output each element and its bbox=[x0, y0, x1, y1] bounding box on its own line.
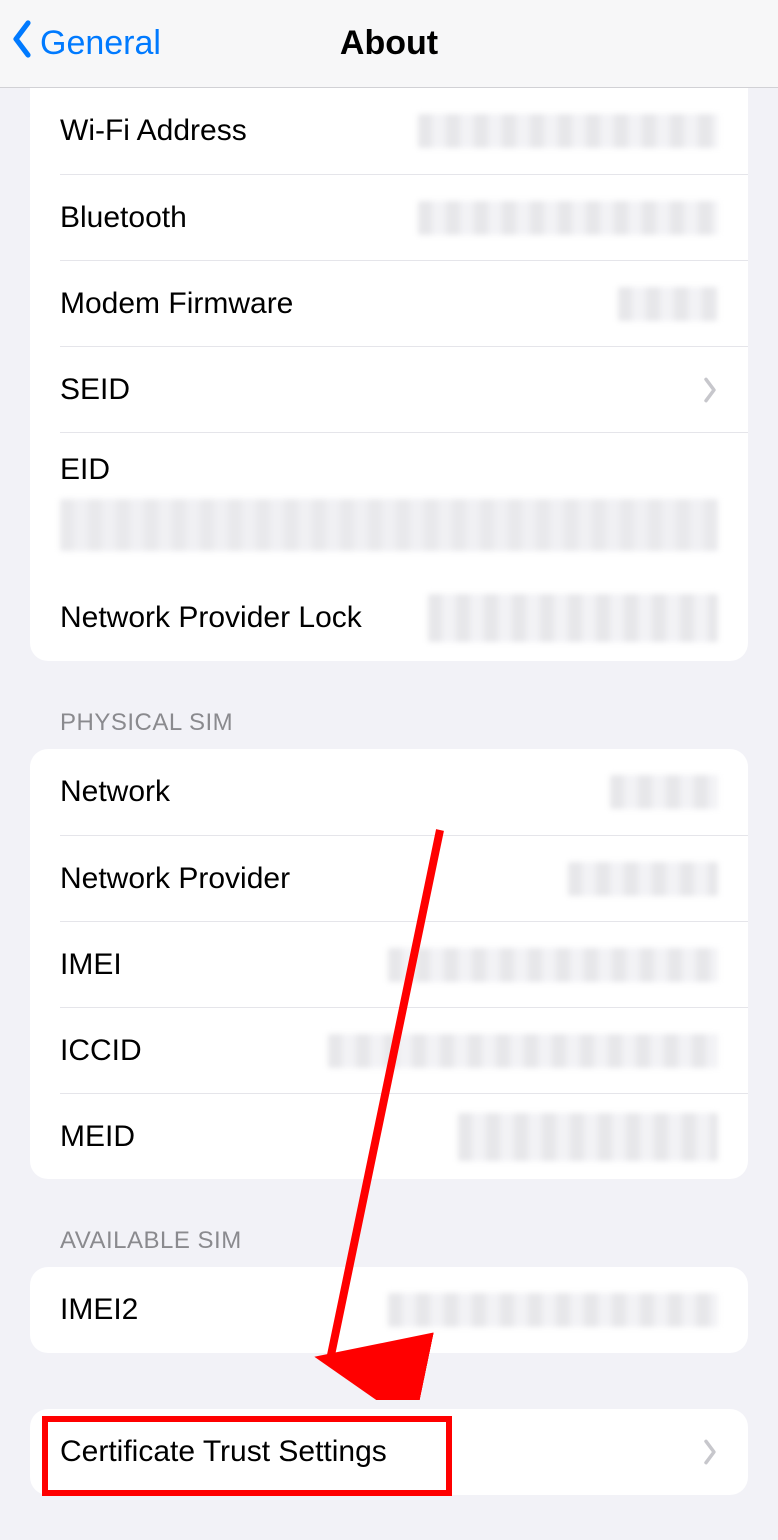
row-meid[interactable]: MEID bbox=[60, 1093, 748, 1179]
row-label: Bluetooth bbox=[60, 201, 187, 235]
row-modem-firmware[interactable]: Modem Firmware bbox=[60, 260, 748, 346]
available-sim-group: IMEI2 bbox=[30, 1267, 748, 1353]
redacted-value bbox=[458, 1113, 718, 1161]
row-network-provider-lock[interactable]: Network Provider Lock bbox=[30, 575, 748, 661]
row-network-provider[interactable]: Network Provider bbox=[60, 835, 748, 921]
redacted-value bbox=[388, 1293, 718, 1327]
row-label: IMEI2 bbox=[60, 1293, 138, 1327]
section-header-available-sim: AVAILABLE SIM bbox=[60, 1227, 718, 1255]
physical-sim-group: Network Network Provider IMEI ICCID MEID bbox=[30, 749, 748, 1179]
row-label: SEID bbox=[60, 373, 130, 407]
redacted-value bbox=[388, 948, 718, 982]
row-label: Network Provider bbox=[60, 862, 290, 896]
chevron-right-icon bbox=[702, 1438, 718, 1466]
redacted-value bbox=[418, 201, 718, 235]
redacted-value bbox=[328, 1034, 718, 1068]
redacted-value bbox=[428, 594, 718, 642]
row-label: MEID bbox=[60, 1120, 135, 1154]
redacted-value bbox=[610, 775, 718, 809]
row-label: Certificate Trust Settings bbox=[60, 1435, 387, 1469]
section-header-physical-sim: PHYSICAL SIM bbox=[60, 709, 718, 737]
redacted-value bbox=[568, 862, 718, 896]
row-bluetooth[interactable]: Bluetooth bbox=[60, 174, 748, 260]
row-wifi-address[interactable]: Wi-Fi Address bbox=[30, 88, 748, 174]
row-label: IMEI bbox=[60, 948, 122, 982]
back-label: General bbox=[40, 24, 161, 63]
redacted-value bbox=[60, 499, 718, 551]
redacted-value bbox=[418, 114, 718, 148]
row-imei2[interactable]: IMEI2 bbox=[30, 1267, 748, 1353]
row-label: ICCID bbox=[60, 1034, 142, 1068]
row-network[interactable]: Network bbox=[30, 749, 748, 835]
certificate-group: Certificate Trust Settings bbox=[30, 1409, 748, 1495]
device-info-group: Wi-Fi Address Bluetooth Modem Firmware S… bbox=[30, 88, 748, 661]
back-button[interactable]: General bbox=[0, 19, 161, 68]
row-imei[interactable]: IMEI bbox=[60, 921, 748, 1007]
row-label: Modem Firmware bbox=[60, 287, 293, 321]
row-eid[interactable]: EID bbox=[60, 432, 748, 575]
nav-bar: General About bbox=[0, 0, 778, 88]
row-label: Network bbox=[60, 775, 170, 809]
chevron-left-icon bbox=[10, 19, 40, 68]
row-label: Wi-Fi Address bbox=[60, 114, 247, 148]
row-seid[interactable]: SEID bbox=[60, 346, 748, 432]
row-label: EID bbox=[60, 453, 718, 487]
row-label: Network Provider Lock bbox=[60, 601, 362, 635]
row-certificate-trust-settings[interactable]: Certificate Trust Settings bbox=[30, 1409, 748, 1495]
row-iccid[interactable]: ICCID bbox=[60, 1007, 748, 1093]
redacted-value bbox=[618, 287, 718, 321]
chevron-right-icon bbox=[702, 376, 718, 404]
